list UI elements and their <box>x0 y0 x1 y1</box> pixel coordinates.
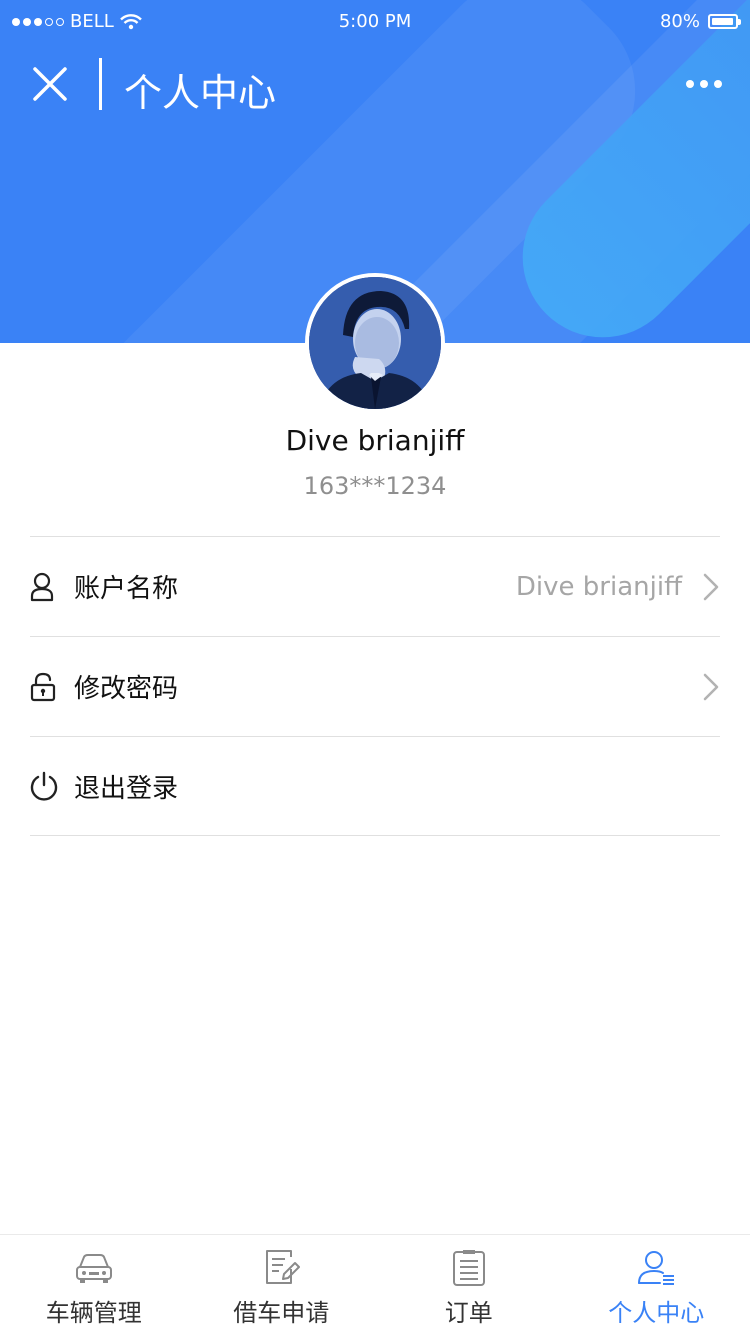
car-icon <box>75 1254 112 1283</box>
profile-phone: 163***1234 <box>303 472 447 500</box>
chevron-right-icon <box>703 573 719 601</box>
more-options-icon[interactable] <box>686 80 722 88</box>
account-name-value: Dive brianjiff <box>515 571 682 602</box>
account-name-label: 账户名称 <box>74 574 179 604</box>
logout-row[interactable]: 退出登录 <box>30 736 720 836</box>
page-title: 个人中心 <box>124 71 277 115</box>
edit-document-icon <box>266 1250 301 1284</box>
battery-percent: 80% <box>659 11 700 32</box>
change-password-row[interactable]: 修改密码 <box>30 636 720 736</box>
avatar[interactable] <box>305 273 445 413</box>
tab-label: 订单 <box>444 1299 493 1327</box>
status-bar: BELL 5:00 PM 80% <box>0 0 750 44</box>
user-icon <box>30 570 60 604</box>
tab-borrow-request[interactable]: 借车申请 <box>188 1235 376 1334</box>
account-name-row[interactable]: 账户名称 Dive brianjiff <box>30 536 720 636</box>
chevron-right-icon <box>703 673 719 701</box>
battery-icon <box>708 14 741 29</box>
profile-icon <box>638 1251 675 1285</box>
avatar-image <box>309 277 441 409</box>
logout-label: 退出登录 <box>74 773 179 804</box>
tab-personal-center[interactable]: 个人中心 <box>563 1235 750 1334</box>
navigation-bar: 个人中心 <box>0 56 750 116</box>
change-password-label: 修改密码 <box>74 674 179 704</box>
close-icon[interactable] <box>30 64 70 104</box>
profile-name: Dive brianjiff <box>285 424 465 457</box>
tab-orders[interactable]: 订单 <box>375 1235 563 1334</box>
lock-icon <box>30 670 60 704</box>
tab-vehicle-management[interactable]: 车辆管理 <box>0 1235 188 1334</box>
tab-label: 个人中心 <box>608 1299 705 1327</box>
settings-list: 账户名称 Dive brianjiff 修改密码 退出登录 <box>30 536 720 836</box>
tab-bar: 车辆管理 借车申请 订单 个人中心 <box>0 1234 750 1334</box>
status-time: 5:00 PM <box>338 11 412 32</box>
nav-divider <box>99 58 102 110</box>
clipboard-icon <box>452 1250 485 1286</box>
power-icon <box>30 769 60 803</box>
tab-label: 借车申请 <box>233 1299 330 1327</box>
tab-label: 车辆管理 <box>45 1299 142 1327</box>
